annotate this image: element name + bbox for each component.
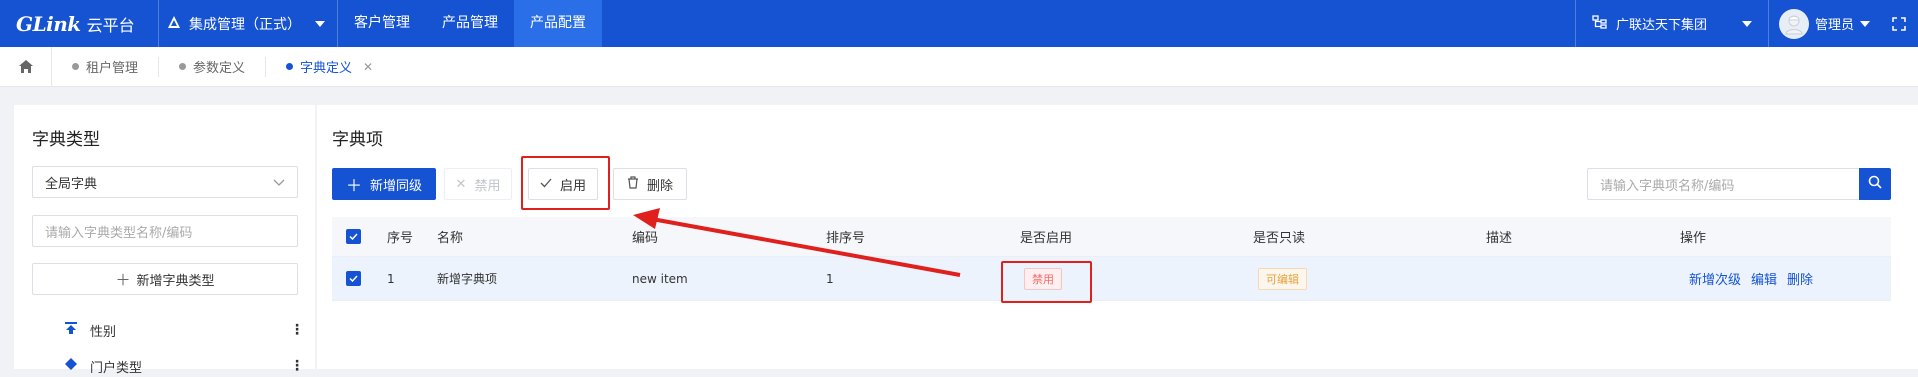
cell-index: 1 [387,271,395,286]
add-child-link[interactable]: 新增次级 [1689,269,1741,288]
delete-link[interactable]: 删除 [1787,269,1813,288]
fullscreen-icon[interactable] [1880,0,1918,47]
column-header: 操作 [1680,231,1707,246]
cell-readonly: 可编辑 [1258,257,1307,300]
disable-button[interactable]: ✕ 禁用 [444,168,512,200]
placeholder: 请输入字典项名称/编码 [1600,178,1735,194]
search-button[interactable] [1859,168,1891,200]
top-navbar: GLink 云平台 集成管理（正式） 客户管理 产品管理 产品配置 广联达天下集… [0,0,1918,47]
chevron-down-icon [273,175,285,190]
dictionary-item-table: 序号 名称 编码 排序号 是否启用 是否只读 描述 操作 1 新增字典项 new… [332,217,1891,301]
tab-dot [179,63,187,70]
add-sibling-button[interactable]: ＋ 新增同级 [332,168,436,200]
search-icon [1868,175,1882,193]
panel-title: 字典类型 [32,130,100,150]
trash-icon [627,175,639,193]
button-label: 新增同级 [370,178,423,194]
system-switcher[interactable]: 集成管理（正式） [158,0,338,47]
annotation-box-status [1001,261,1092,303]
tree-item-label: 性别 [90,324,117,340]
cell-actions: 新增次级 编辑 删除 [1689,257,1823,300]
avatar [1778,8,1809,39]
tree-item[interactable]: 门户类型 ⋮ [64,355,304,377]
tab-params[interactable]: 参数定义 [159,56,267,77]
more-vertical-icon[interactable]: ⋮ [290,323,304,337]
system-icon [167,15,181,33]
cell-code: new item [632,271,688,286]
column-header: 是否只读 [1253,231,1306,246]
chevron-down-icon [1741,16,1752,31]
delete-button[interactable]: 删除 [613,168,687,200]
button-label: 新增字典类型 [136,273,215,289]
plus-icon: ＋ [345,176,362,195]
placeholder: 请输入字典类型名称/编码 [45,225,193,241]
button-label: 删除 [646,178,673,194]
home-icon[interactable] [0,46,52,87]
nav-product[interactable]: 产品管理 [426,0,514,47]
dictionary-item-panel: 字典项 ＋ 新增同级 ✕ 禁用 启用 删除 请输入字典项名称/编码 序号 名称 … [317,105,1918,369]
plus-icon: ＋ [115,270,131,289]
type-search-input[interactable]: 请输入字典类型名称/编码 [32,215,298,247]
item-search: 请输入字典项名称/编码 [1587,168,1891,200]
table-row[interactable]: 1 新增字典项 new item 1 禁用 可编辑 新增次级 编辑 删除 [332,257,1891,301]
logo: GLink 云平台 [0,0,158,47]
more-vertical-icon[interactable]: ⋮ [290,359,304,373]
tab-label: 参数定义 [193,61,246,76]
nav-customer[interactable]: 客户管理 [338,0,426,47]
tree-item-label: 门户类型 [90,360,143,376]
user-menu[interactable]: 管理员 [1767,0,1880,47]
column-header: 序号 [387,231,414,246]
tab-dictionary[interactable]: 字典定义 ✕ [266,57,393,77]
edit-link[interactable]: 编辑 [1751,269,1777,288]
select-all-checkbox[interactable] [346,217,361,256]
row-checkbox[interactable] [346,257,361,300]
dictionary-node-icon [64,321,78,339]
readonly-badge: 可编辑 [1258,267,1307,290]
add-dictionary-type-button[interactable]: ＋ 新增字典类型 [32,263,298,295]
panel-title: 字典项 [332,130,383,150]
nav-product-config[interactable]: 产品配置 [514,0,602,47]
column-header: 名称 [437,231,464,246]
item-search-input[interactable]: 请输入字典项名称/编码 [1587,168,1859,200]
dictionary-scope-select[interactable]: 全局字典 [32,166,298,198]
close-icon[interactable]: ✕ [363,60,373,74]
dictionary-type-panel: 字典类型 全局字典 请输入字典类型名称/编码 ＋ 新增字典类型 性别 ⋮ 门户类… [14,105,315,376]
cell-sort: 1 [826,271,834,286]
org-label: 广联达天下集团 [1615,18,1707,33]
user-label: 管理员 [1814,18,1854,33]
select-value: 全局字典 [45,176,98,192]
chevron-down-icon [1860,16,1870,31]
tab-label: 字典定义 [300,61,353,76]
tab-tenant[interactable]: 租户管理 [52,56,160,77]
tab-dot [286,63,294,70]
column-header: 排序号 [826,231,866,246]
table-header: 序号 名称 编码 排序号 是否启用 是否只读 描述 操作 [332,217,1891,257]
button-label: 禁用 [474,178,501,194]
org-tree-icon [1592,14,1608,33]
tab-label: 租户管理 [86,61,139,76]
system-label: 集成管理（正式） [189,16,301,33]
cell-name: 新增字典项 [437,272,498,286]
org-switcher[interactable]: 广联达天下集团 [1574,0,1768,47]
chevron-down-icon [315,16,325,31]
tabs-bar: 租户管理 参数定义 字典定义 ✕ [0,46,1918,87]
dictionary-node-icon [64,357,78,375]
tree-item[interactable]: 性别 ⋮ [64,319,304,341]
column-header: 编码 [632,231,659,246]
tab-dot [72,63,79,70]
logo-mark: GLink [16,11,81,36]
column-header: 是否启用 [1020,231,1073,246]
annotation-box-enable-button [521,156,610,210]
close-icon: ✕ [455,176,467,192]
logo-text: 云平台 [86,15,135,35]
column-header: 描述 [1486,231,1513,246]
